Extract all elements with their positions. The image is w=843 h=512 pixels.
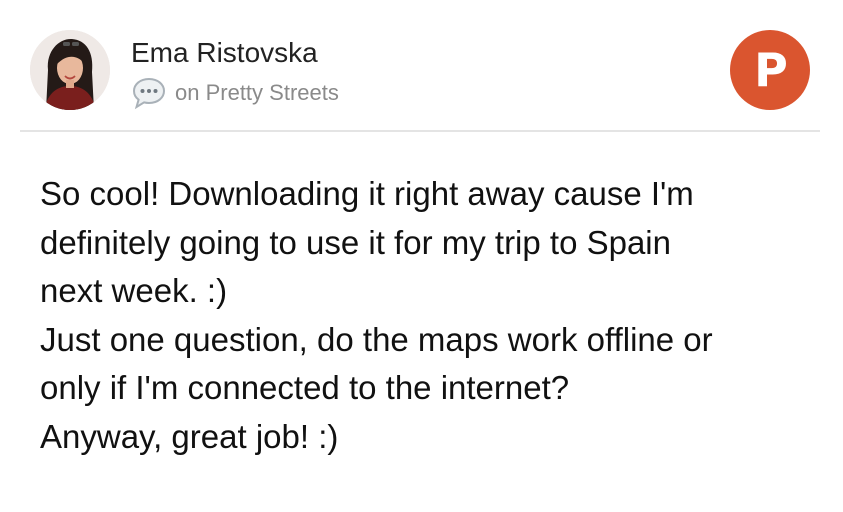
comment-line: only if I'm connected to the internet?	[40, 369, 570, 406]
comment-line: Just one question, do the maps work offl…	[40, 320, 713, 358]
avatar[interactable]	[30, 30, 110, 110]
author-name[interactable]: Ema Ristovska	[131, 36, 318, 70]
avatar-photo-icon	[30, 30, 110, 110]
product-hunt-logo[interactable]: P	[730, 30, 810, 110]
comment-line: definitely going to use it for my trip t…	[40, 223, 671, 261]
comment-header: Ema Ristovska on Pretty Streets P	[0, 0, 843, 131]
comment-bubble-icon	[131, 76, 167, 110]
comment-body: So cool! Downloading it right away cause…	[40, 170, 820, 461]
comment-line: So cool! Downloading it right away cause…	[40, 175, 694, 212]
comment-line: next week. :)	[40, 272, 228, 309]
post-meta: on Pretty Streets	[131, 76, 339, 110]
post-link[interactable]: on Pretty Streets	[175, 80, 339, 106]
divider	[20, 130, 820, 132]
logo-letter: P	[754, 43, 788, 97]
comment-line: Anyway, great job! :)	[40, 417, 339, 455]
